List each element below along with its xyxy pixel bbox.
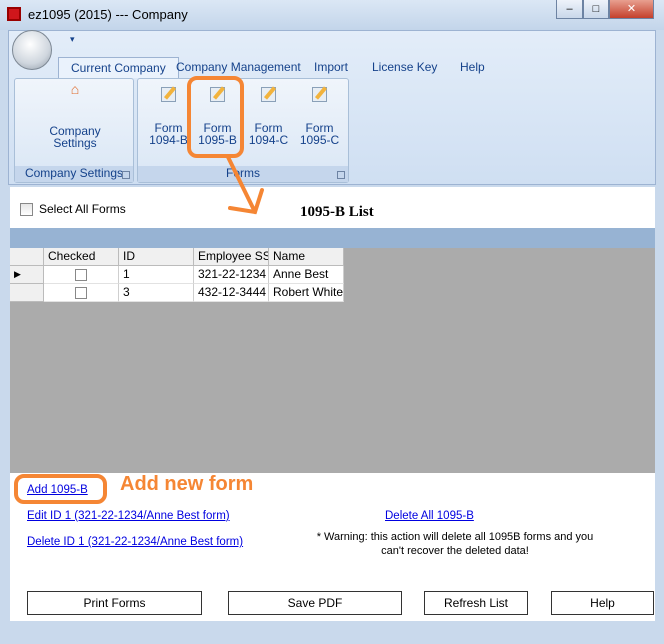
annotation-text: Add new form xyxy=(120,473,254,495)
highlight-add-link xyxy=(14,474,107,504)
annotation-arrow-icon xyxy=(226,155,264,215)
